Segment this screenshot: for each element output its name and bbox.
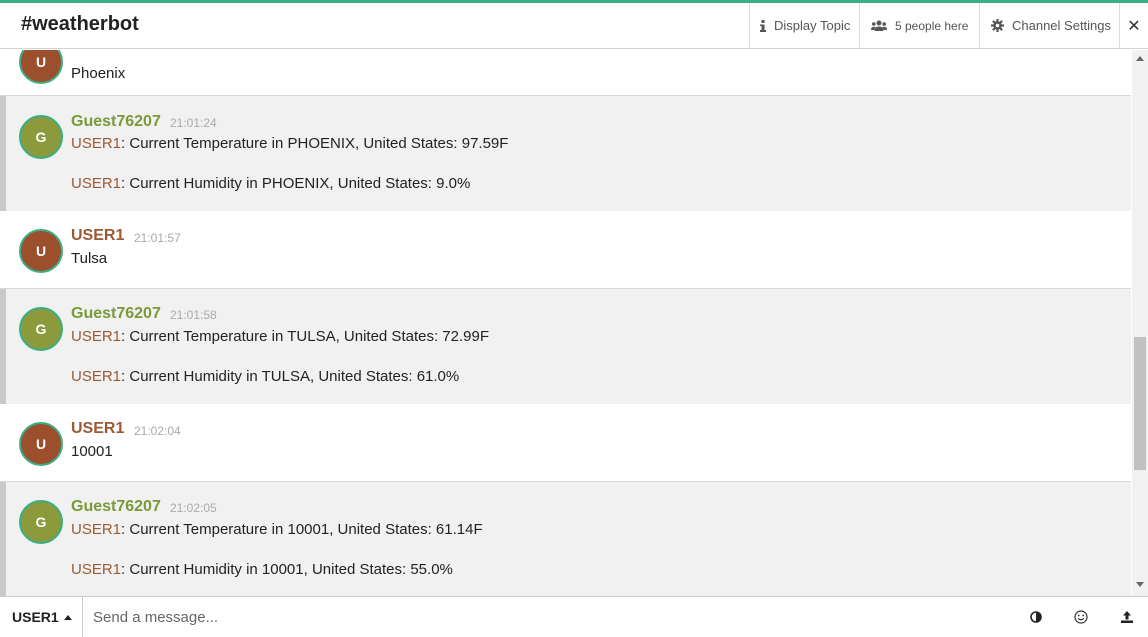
- message-text: 10001: [71, 443, 113, 460]
- message-list[interactable]: U Phoenix G Guest76207 21:01:24 USER1: C…: [0, 50, 1132, 596]
- upload-icon[interactable]: [1117, 607, 1137, 627]
- channel-settings-label: Channel Settings: [1012, 18, 1112, 33]
- message-timestamp: 21:01:58: [170, 308, 217, 322]
- message-timestamp: 21:02:05: [170, 501, 217, 515]
- channel-settings-button[interactable]: Channel Settings: [979, 3, 1119, 48]
- message-row: U USER1 21:01:57 Tulsa: [0, 211, 1131, 289]
- close-icon[interactable]: ✕: [1119, 3, 1148, 48]
- emoji-icon[interactable]: [1071, 607, 1091, 627]
- scroll-up-icon[interactable]: [1136, 56, 1144, 61]
- people-button[interactable]: 5 people here: [859, 3, 979, 48]
- message-timestamp: 21:01:24: [170, 116, 217, 130]
- message-row: G Guest76207 21:02:05 USER1: Current Tem…: [0, 482, 1131, 596]
- people-count-label: 5 people here: [895, 18, 969, 33]
- nick-mention[interactable]: USER1: [71, 561, 121, 578]
- scroll-down-icon[interactable]: [1136, 582, 1144, 587]
- message-text: USER1: Current Temperature in 10001, Uni…: [71, 521, 483, 538]
- display-topic-button[interactable]: Display Topic: [749, 3, 859, 48]
- avatar[interactable]: U: [19, 50, 63, 84]
- message-text: USER1: Current Temperature in TULSA, Uni…: [71, 328, 489, 345]
- current-nick: USER1: [12, 609, 59, 625]
- message-nick[interactable]: Guest76207: [71, 498, 161, 516]
- info-icon: [760, 19, 766, 32]
- message-nick[interactable]: USER1: [71, 420, 124, 438]
- channel-header: #weatherbot Display Topic 5 people here …: [0, 3, 1148, 49]
- message-nick[interactable]: Guest76207: [71, 305, 161, 323]
- scrollbar-thumb[interactable]: [1134, 337, 1146, 470]
- message-row: U USER1 21:02:04 10001: [0, 404, 1131, 482]
- avatar[interactable]: G: [19, 115, 63, 159]
- message-input[interactable]: [84, 597, 1004, 637]
- avatar[interactable]: U: [19, 229, 63, 273]
- message-composer: USER1: [0, 596, 1148, 637]
- message-timestamp: 21:01:57: [134, 231, 181, 245]
- nick-mention[interactable]: USER1: [71, 135, 121, 152]
- message-row: G Guest76207 21:01:24 USER1: Current Tem…: [0, 96, 1131, 211]
- avatar[interactable]: G: [19, 500, 63, 544]
- nick-mention[interactable]: USER1: [71, 521, 121, 538]
- nick-selector[interactable]: USER1: [0, 597, 83, 637]
- message-text: USER1: Current Humidity in TULSA, United…: [71, 368, 460, 385]
- gear-icon: [991, 19, 1004, 32]
- message-text: Phoenix: [71, 65, 126, 82]
- message-timestamp: 21:02:04: [134, 424, 181, 438]
- message-text: Tulsa: [71, 250, 108, 267]
- caret-up-icon: [63, 614, 72, 620]
- channel-title: #weatherbot: [21, 13, 139, 35]
- avatar[interactable]: G: [19, 307, 63, 351]
- nick-mention[interactable]: USER1: [71, 175, 121, 192]
- nick-mention[interactable]: USER1: [71, 328, 121, 345]
- display-topic-label: Display Topic: [774, 18, 851, 33]
- message-row: U Phoenix: [0, 50, 1131, 96]
- message-nick[interactable]: Guest76207: [71, 113, 161, 131]
- message-row: G Guest76207 21:01:58 USER1: Current Tem…: [0, 289, 1131, 404]
- message-text: USER1: Current Humidity in 10001, United…: [71, 561, 453, 578]
- contrast-icon[interactable]: [1026, 607, 1046, 627]
- message-scrollbar[interactable]: [1132, 50, 1148, 596]
- message-text: USER1: Current Temperature in PHOENIX, U…: [71, 135, 509, 152]
- message-text: USER1: Current Humidity in PHOENIX, Unit…: [71, 175, 471, 192]
- avatar[interactable]: U: [19, 422, 63, 466]
- nick-mention[interactable]: USER1: [71, 368, 121, 385]
- message-nick[interactable]: USER1: [71, 227, 124, 245]
- users-icon: [871, 20, 887, 32]
